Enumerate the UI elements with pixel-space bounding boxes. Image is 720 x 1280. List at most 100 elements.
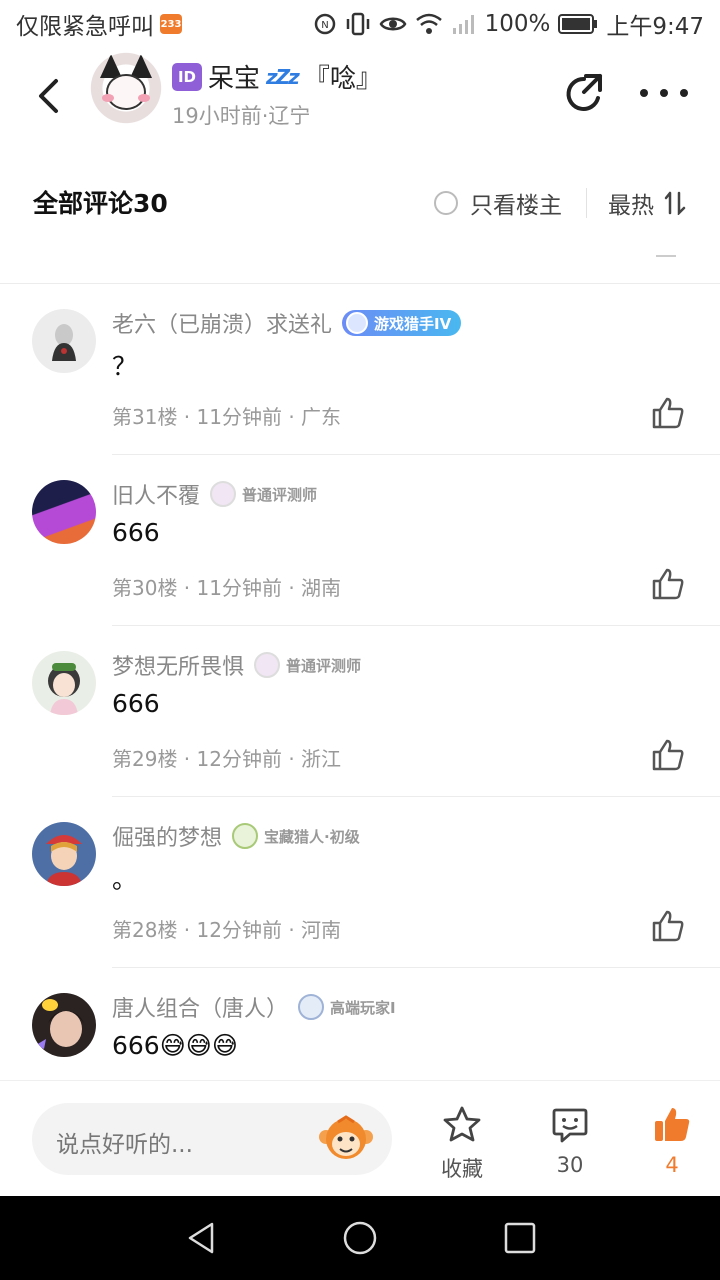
chevron-left-icon [39, 79, 58, 113]
divider [112, 796, 720, 797]
comment-text: ？ [112, 352, 138, 381]
comment-meta: 第28楼 · 12分钟前 · 河南 [112, 918, 342, 942]
circle-home-icon [343, 1221, 377, 1255]
app-badge-icon: 233 [160, 14, 182, 34]
like-post-button[interactable]: 4 [632, 1105, 712, 1177]
battery-icon [558, 13, 598, 35]
dot-icon [660, 89, 668, 97]
nav-recents-button[interactable] [500, 1218, 540, 1258]
dot-icon [680, 89, 688, 97]
id-badge-icon: ID [172, 62, 202, 91]
square-recents-icon [504, 1222, 536, 1254]
post-header: ID 呆宝 zZz 『唸』 19小时前·辽宁 [0, 48, 720, 144]
like-button[interactable] [650, 566, 686, 602]
status-bar: 仅限紧急呼叫 233 N 100% 上午9:47 [0, 0, 720, 48]
author-meta: 19小时前·辽宁 [172, 104, 311, 128]
commenter-name[interactable]: 梦想无所畏惧 [112, 649, 244, 681]
divider [0, 283, 720, 284]
like-count: 4 [665, 1153, 679, 1177]
comment-input-placeholder: 说点好听的... [56, 1132, 193, 1158]
comment-meta: 第29楼 · 12分钟前 · 浙江 [112, 747, 342, 771]
divider [586, 188, 587, 218]
more-options-button[interactable] [640, 78, 688, 108]
wifi-icon [415, 13, 443, 35]
thumbs-up-icon [652, 397, 684, 429]
comment-meta: 第30楼 · 11分钟前 · 湖南 [112, 576, 342, 600]
commenter-name[interactable]: 旧人不覆 [112, 478, 200, 510]
comment-bubble-icon [552, 1108, 588, 1143]
like-button[interactable] [650, 395, 686, 431]
system-nav-bar [0, 1196, 720, 1280]
commenter-name[interactable]: 老六（已崩溃）求送礼 [112, 307, 332, 339]
monkey-emoji-icon[interactable] [318, 1113, 374, 1165]
only-op-toggle[interactable]: 只看楼主 [434, 186, 562, 220]
sort-button[interactable]: 最热 [608, 186, 686, 220]
vibrate-icon [345, 12, 371, 36]
author-name-row[interactable]: ID 呆宝 zZz 『唸』 [172, 58, 382, 95]
reviewer-icon [210, 481, 237, 507]
collect-button[interactable]: 收藏 [422, 1105, 502, 1183]
avatar[interactable] [32, 309, 96, 373]
divider [112, 625, 720, 626]
commenter-name[interactable]: 唐人组合（唐人） [112, 991, 288, 1023]
author-name-suffix: 『唸』 [303, 64, 382, 94]
divider [112, 967, 720, 968]
level-badge: 普通评测师 [254, 652, 361, 678]
like-button[interactable] [650, 908, 686, 944]
comment-item[interactable]: 老六（已崩溃）求送礼 游戏猎手IV ？ 第31楼 · 11分钟前 · 广东 [0, 283, 720, 454]
carrier-text: 仅限紧急呼叫 [16, 14, 154, 40]
radio-icon [434, 191, 458, 215]
signal-icon [451, 12, 477, 36]
author-name: 呆宝 [208, 64, 261, 94]
author-avatar[interactable] [88, 52, 164, 132]
bottom-action-bar: 说点好听的... 收藏 30 4 [0, 1080, 720, 1196]
eye-icon [379, 13, 407, 35]
battery-percent: 100% [484, 11, 551, 37]
level-badge: 宝藏猎人·初级 [232, 823, 360, 849]
reviewer-icon [254, 652, 281, 678]
clock: 上午9:47 [606, 14, 704, 40]
comment-input[interactable]: 说点好听的... [32, 1103, 392, 1175]
star-icon [443, 1106, 481, 1142]
avatar[interactable] [32, 993, 96, 1057]
avatar[interactable] [32, 480, 96, 544]
comment-item[interactable]: 旧人不覆 普通评测师 666 第30楼 · 11分钟前 · 湖南 [0, 454, 720, 625]
only-op-label: 只看楼主 [470, 193, 562, 219]
comment-count: 30 [556, 1153, 584, 1177]
comment-meta: 第31楼 · 11分钟前 · 广东 [112, 405, 342, 429]
sort-icon [664, 191, 686, 215]
thumbs-up-icon [652, 739, 684, 771]
dot-icon [640, 89, 648, 97]
senior-player-icon [298, 994, 325, 1020]
nav-back-button[interactable] [182, 1218, 222, 1258]
nav-home-button[interactable] [340, 1218, 380, 1258]
sort-label: 最热 [608, 193, 654, 219]
level-badge: 游戏猎手IV [342, 310, 462, 336]
thumbs-up-filled-icon [655, 1108, 690, 1141]
divider [656, 255, 676, 257]
comment-count-button[interactable]: 30 [530, 1105, 610, 1177]
comment-text: 666 [112, 689, 160, 718]
level-badge: 高端玩家I [298, 994, 396, 1020]
avatar[interactable] [32, 822, 96, 886]
avatar[interactable] [32, 651, 96, 715]
like-button[interactable] [650, 737, 686, 773]
share-button[interactable] [562, 72, 606, 116]
comment-item[interactable]: 梦想无所畏惧 普通评测师 666 第29楼 · 12分钟前 · 浙江 [0, 625, 720, 796]
thumbs-up-icon [652, 910, 684, 942]
comment-text: 666😅😅😅 [112, 1031, 238, 1060]
sleep-zzz-icon: zZz [266, 64, 300, 89]
collect-label: 收藏 [441, 1157, 483, 1181]
comments-header: 全部评论30 只看楼主 最热 [0, 168, 720, 238]
divider [112, 454, 720, 455]
comment-item[interactable]: 倔强的梦想 宝藏猎人·初级 。 第28楼 · 12分钟前 · 河南 [0, 796, 720, 967]
comment-item[interactable]: 唐人组合（唐人） 高端玩家I 666😅😅😅 [0, 967, 720, 1080]
thumbs-up-icon [652, 568, 684, 600]
level-badge: 普通评测师 [210, 481, 317, 507]
comment-text: 666 [112, 518, 160, 547]
share-icon [566, 74, 602, 111]
svg-text:N: N [321, 20, 328, 31]
commenter-name[interactable]: 倔强的梦想 [112, 820, 222, 852]
game-hunter-icon [346, 312, 369, 334]
back-button[interactable] [28, 74, 68, 118]
